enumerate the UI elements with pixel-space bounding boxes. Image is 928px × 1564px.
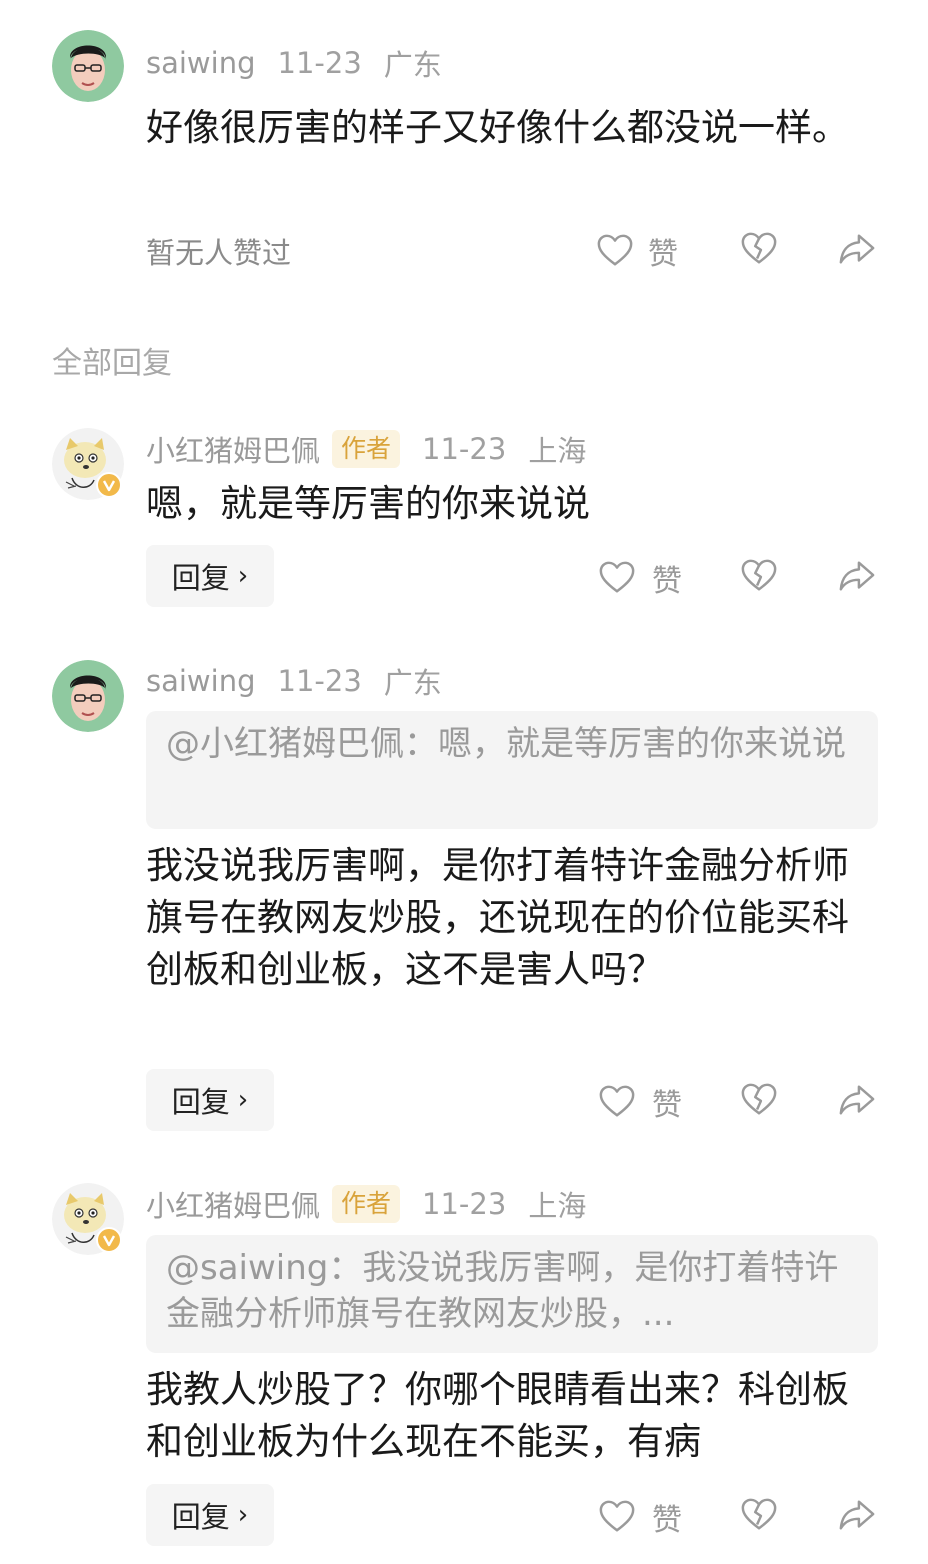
reply-button[interactable]: 回复 ›: [146, 545, 274, 607]
share-icon[interactable]: [838, 1496, 876, 1534]
share-icon[interactable]: [838, 1081, 876, 1119]
user-avatar[interactable]: [52, 660, 124, 732]
reply-button[interactable]: 回复 ›: [146, 1484, 274, 1546]
author-badge: 作者: [332, 430, 401, 468]
comment-text: 好像很厉害的样子又好像什么都没说一样。: [146, 106, 849, 149]
reply-date: 11-23: [422, 432, 507, 466]
chevron-right-icon: ›: [237, 561, 249, 591]
reply-date: 11-23: [422, 1187, 507, 1221]
dislike-icon[interactable]: [740, 230, 778, 268]
section-title: 全部回复: [52, 346, 172, 381]
reply-button-label: 回复: [171, 1085, 230, 1119]
heart-icon: [598, 1083, 636, 1121]
heart-icon: [598, 1498, 636, 1536]
reply-button-label: 回复: [171, 1500, 230, 1534]
dislike-icon[interactable]: [740, 1496, 778, 1534]
like-button[interactable]: 赞: [596, 229, 678, 273]
comment-meta: saiwing 11-23 广东: [146, 42, 442, 84]
username[interactable]: 小红猪姆巴佩: [146, 428, 320, 470]
like-label: 赞: [652, 1503, 682, 1538]
verified-icon: [96, 1227, 122, 1253]
like-label: 赞: [648, 237, 678, 272]
share-icon[interactable]: [838, 557, 876, 595]
username[interactable]: 小红猪姆巴佩: [146, 1183, 320, 1225]
reply-text: 我教人炒股了？你哪个眼睛看出来？科创板和创业板为什么现在不能买，有病: [146, 1368, 849, 1463]
heart-icon: [596, 232, 634, 270]
author-badge: 作者: [332, 1185, 401, 1223]
reply-meta: saiwing 11-23 广东: [146, 660, 442, 702]
reply-button[interactable]: 回复 ›: [146, 1069, 274, 1131]
like-button[interactable]: 赞: [598, 1080, 682, 1124]
reply-meta: 小红猪姆巴佩 作者 11-23 上海: [146, 1183, 586, 1225]
like-label: 赞: [652, 1088, 682, 1123]
reply-location: 上海: [528, 1189, 587, 1223]
like-button[interactable]: 赞: [598, 556, 682, 600]
user-avatar[interactable]: [52, 30, 124, 102]
username[interactable]: saiwing: [146, 664, 256, 698]
avatar-image: [52, 660, 124, 732]
quoted-reply[interactable]: @小红猪姆巴佩：嗯，就是等厉害的你来说说: [146, 711, 878, 829]
like-label: 赞: [652, 564, 682, 599]
chevron-right-icon: ›: [237, 1085, 249, 1115]
reply-location: 上海: [528, 434, 587, 468]
comment-location: 广东: [383, 48, 442, 82]
reply-location: 广东: [383, 666, 442, 700]
comment-date: 11-23: [277, 46, 362, 80]
reply-date: 11-23: [277, 664, 362, 698]
reply-button-label: 回复: [171, 561, 230, 595]
quoted-reply[interactable]: @saiwing：我没说我厉害啊，是你打着特许金融分析师旗号在教网友炒股，...: [146, 1235, 878, 1353]
avatar-image: [52, 30, 124, 102]
reply-text: 我没说我厉害啊，是你打着特许金融分析师旗号在教网友炒股，还说现在的价位能买科创板…: [146, 844, 849, 991]
no-likes-text: 暂无人赞过: [146, 236, 292, 270]
reply-text: 嗯，就是等厉害的你来说说: [146, 482, 590, 525]
chevron-right-icon: ›: [237, 1500, 249, 1530]
username[interactable]: saiwing: [146, 46, 256, 80]
share-icon[interactable]: [838, 230, 876, 268]
dislike-icon[interactable]: [740, 557, 778, 595]
like-button[interactable]: 赞: [598, 1495, 682, 1539]
heart-icon: [598, 559, 636, 597]
verified-icon: [96, 472, 122, 498]
dislike-icon[interactable]: [740, 1081, 778, 1119]
reply-meta: 小红猪姆巴佩 作者 11-23 上海: [146, 428, 586, 470]
